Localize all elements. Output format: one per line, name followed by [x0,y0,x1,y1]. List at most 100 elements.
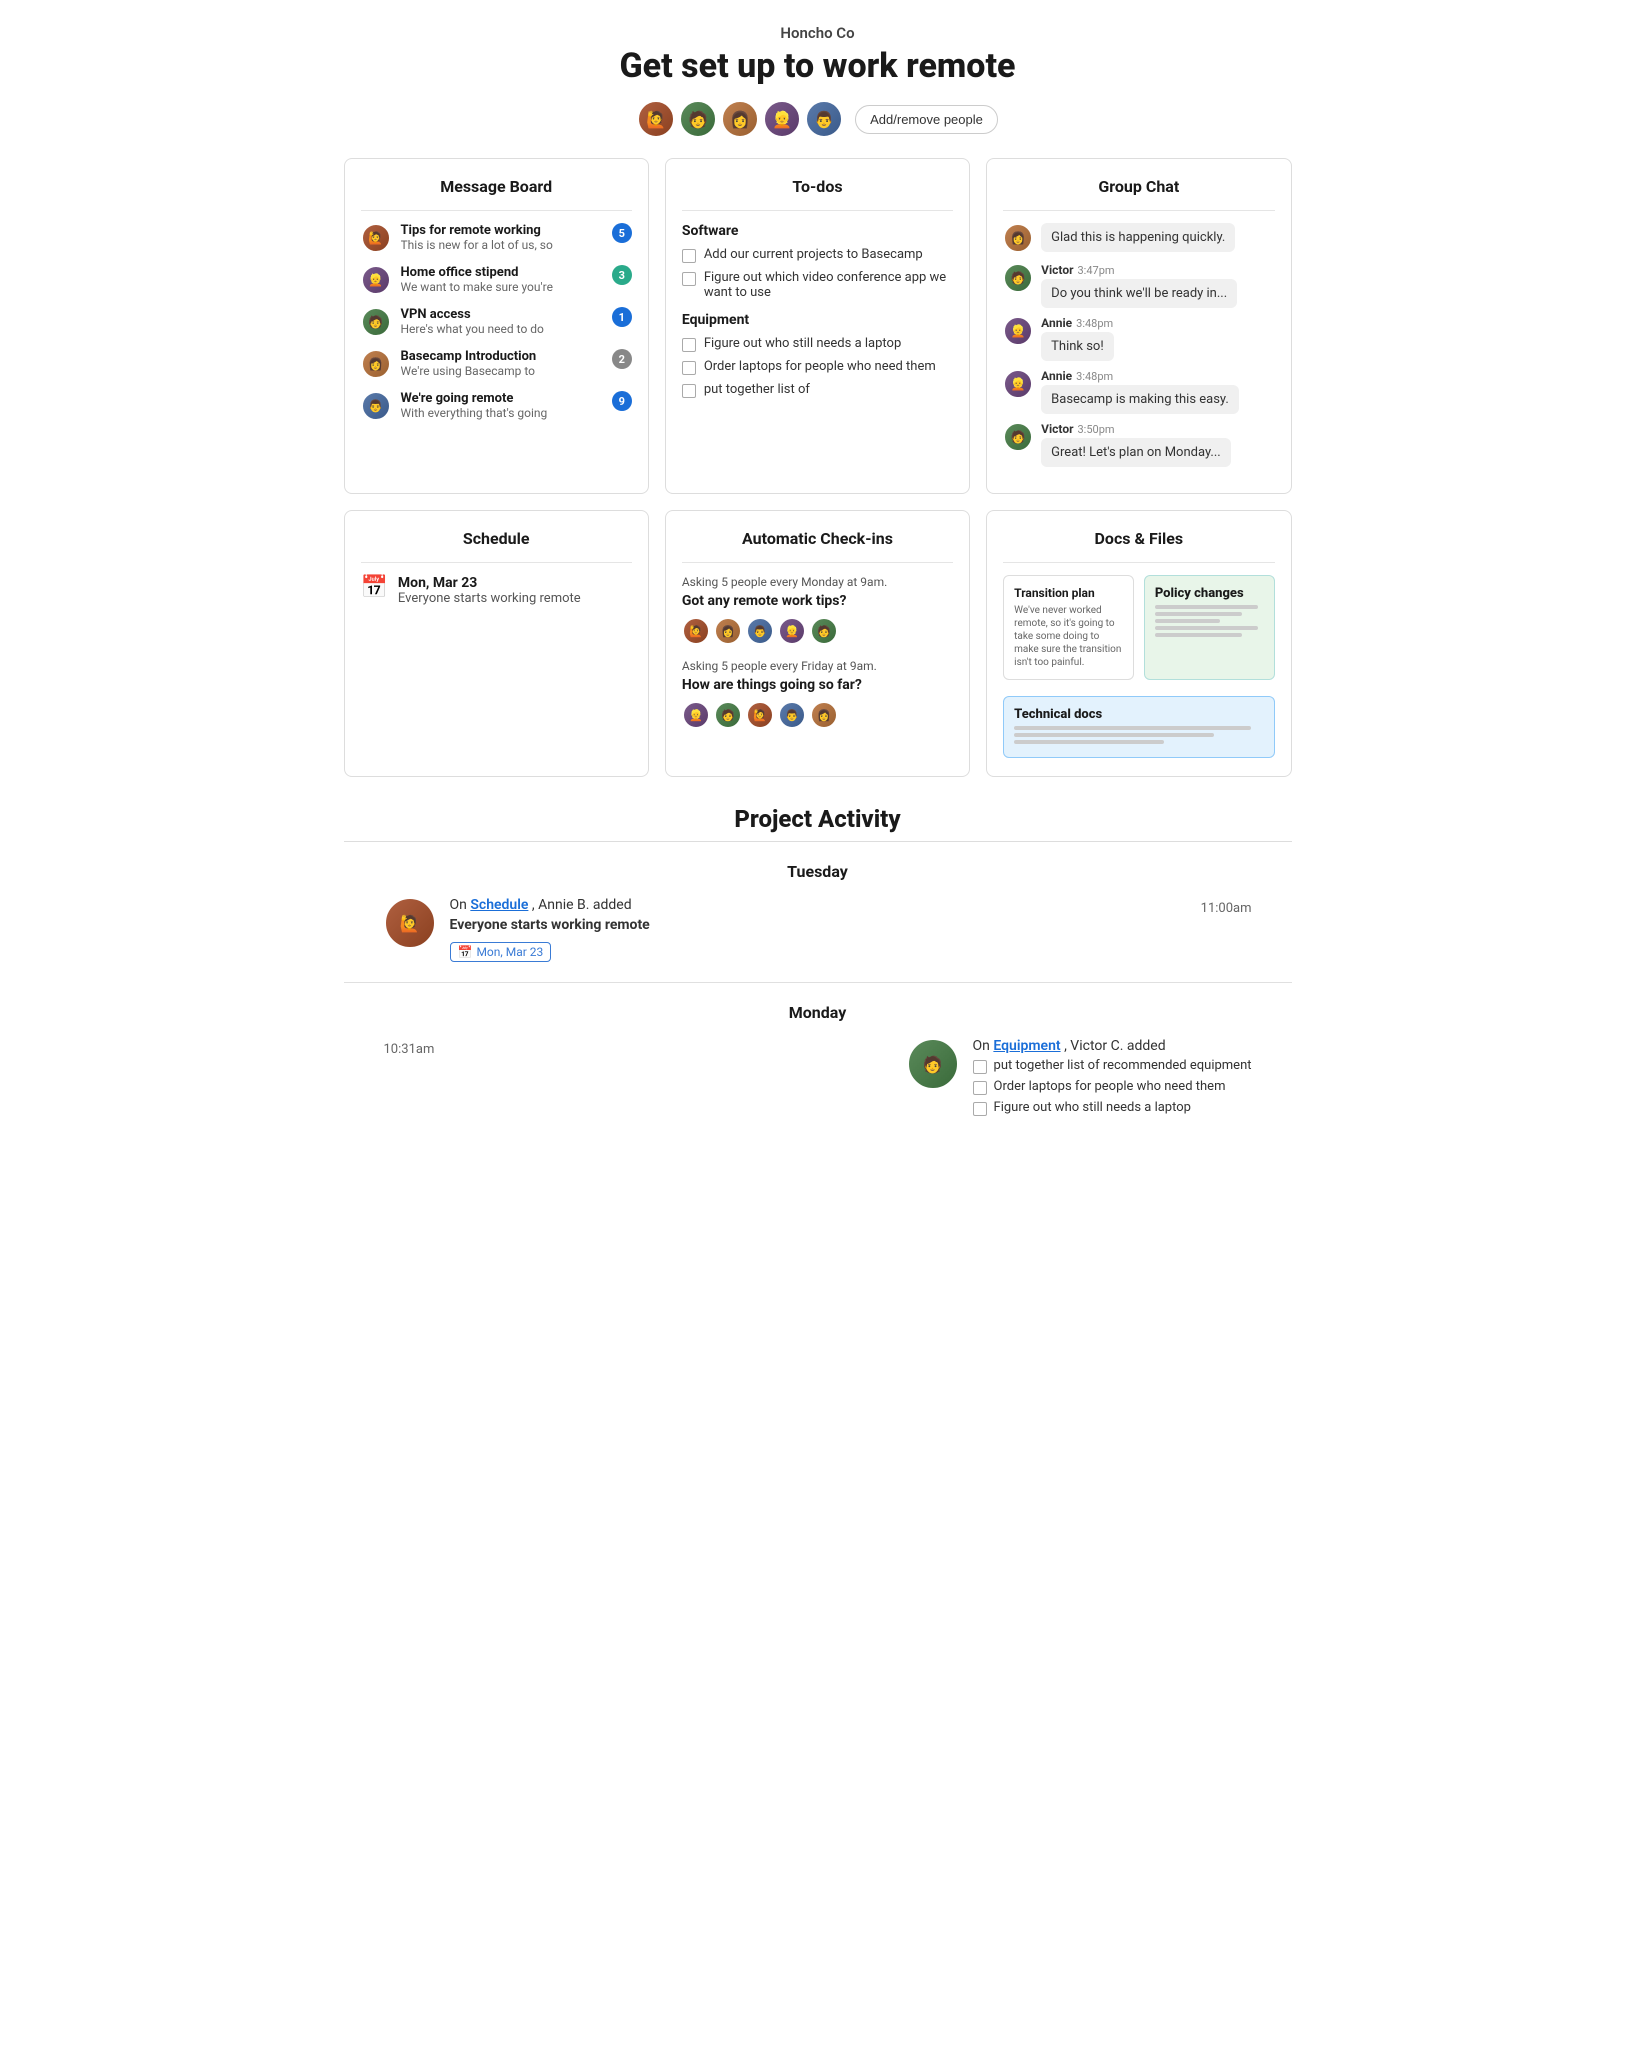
monday-checkbox-1[interactable] [973,1081,987,1095]
doc-line-4 [1155,626,1258,630]
top-grid: Message Board 🙋 Tips for remote working … [344,158,1292,494]
chat-avatar-0: 👩 [1003,223,1033,253]
chat-avatar-4: 🧑 [1003,422,1033,452]
checkin-freq-1: Asking 5 people every Friday at 9am. [682,659,953,673]
checkin-question-0: Got any remote work tips? [682,593,953,609]
todo-item-4[interactable]: Order laptops for people who need them [682,359,953,375]
activity-header-tuesday: On Schedule , Annie B. added [450,897,650,913]
team-avatars: 🙋 🧑 👩 👱 👨 Add/remove people [344,100,1292,138]
activity-header-monday: On Equipment , Victor C. added [973,1038,1252,1054]
chat-text-2: Think so! [1041,332,1114,361]
calendar-small-icon: 📅 [458,945,473,959]
tech-line-1 [1014,726,1251,730]
day-monday: Monday [344,1003,1292,1022]
monday-todo-label-2: Figure out who still needs a laptop [994,1100,1191,1115]
todo-checkbox-4[interactable] [682,361,696,375]
msg-item-4[interactable]: 👩 Basecamp Introduction We're using Base… [361,349,632,379]
checkin-avatars-0: 🙋 👩 👨 👱 🧑 [682,617,953,645]
docs-grid: Transition plan We've never worked remot… [1003,575,1274,758]
doc-transition-content: We've never worked remote, so it's going… [1014,604,1123,669]
docs-card: Docs & Files Transition plan We've never… [986,510,1291,777]
avatar-1[interactable]: 🙋 [637,100,675,138]
doc-transition-plan[interactable]: Transition plan We've never worked remot… [1003,575,1134,680]
checkin-av-0-3: 👨 [746,617,774,645]
chat-avatar-2: 👱 [1003,316,1033,346]
todo-checkbox-5[interactable] [682,384,696,398]
chat-msg-0: 👩 Glad this is happening quickly. [1003,223,1274,253]
chat-time-3: 3:48pm [1076,370,1113,383]
monday-todo-1: Order laptops for people who need them [973,1079,1252,1095]
msg-item-2[interactable]: 👱 Home office stipend We want to make su… [361,265,632,295]
page-title: Get set up to work remote [344,46,1292,86]
schedule-date-0: Mon, Mar 23 [398,575,581,591]
msg-item-3[interactable]: 🧑 VPN access Here's what you need to do … [361,307,632,337]
todo-checkbox-3[interactable] [682,338,696,352]
checkin-question-1: How are things going so far? [682,677,953,693]
tech-line-2 [1014,733,1213,737]
add-remove-people-button[interactable]: Add/remove people [855,105,998,134]
checkin-av-0-5: 🧑 [810,617,838,645]
msg-avatar-1: 🙋 [361,223,391,253]
checkin-av-1-1: 👱 [682,701,710,729]
msg-preview-4: We're using Basecamp to [401,364,571,378]
chat-name-2: Annie [1041,316,1072,330]
activity-section: Project Activity Tuesday 🙋 On Schedule ,… [344,805,1292,1121]
checkin-av-1-4: 👨 [778,701,806,729]
chat-msg-2: 👱 Annie 3:48pm Think so! [1003,316,1274,361]
avatar-3[interactable]: 👩 [721,100,759,138]
todos-card: To-dos Software Add our current projects… [665,158,970,494]
todo-checkbox-2[interactable] [682,272,696,286]
checkin-av-1-3: 🙋 [746,701,774,729]
msg-avatar-4: 👩 [361,349,391,379]
doc-transition-title: Transition plan [1014,586,1123,600]
todo-item-1[interactable]: Add our current projects to Basecamp [682,247,953,263]
schedule-desc-0: Everyone starts working remote [398,591,581,606]
msg-item-1[interactable]: 🙋 Tips for remote working This is new fo… [361,223,632,253]
doc-technical[interactable]: Technical docs [1003,696,1274,758]
msg-title-2: Home office stipend [401,265,602,280]
group-chat-card: Group Chat 👩 Glad this is happening quic… [986,158,1291,494]
todo-item-2[interactable]: Figure out which video conference app we… [682,270,953,300]
todo-checkbox-1[interactable] [682,249,696,263]
activity-link-schedule[interactable]: Schedule [470,897,528,913]
doc-policy-changes[interactable]: Policy changes [1144,575,1275,680]
checkins-card: Automatic Check-ins Asking 5 people ever… [665,510,970,777]
monday-checkbox-0[interactable] [973,1060,987,1074]
todo-label-4: Order laptops for people who need them [704,359,936,374]
activity-link-equipment[interactable]: Equipment [993,1038,1060,1054]
activity-avatar-monday: 🧑 [907,1038,959,1090]
activity-on-label: On [450,897,471,913]
msg-title-4: Basecamp Introduction [401,349,602,364]
avatar-5[interactable]: 👨 [805,100,843,138]
calendar-icon: 📅 [361,575,388,600]
bottom-grid: Schedule 📅 Mon, Mar 23 Everyone starts w… [344,510,1292,777]
chat-time-1: 3:47pm [1078,264,1115,277]
doc-line-3 [1155,619,1220,623]
activity-actor-tuesday: , Annie B. added [532,897,632,913]
msg-badge-5: 9 [612,391,632,411]
checkin-av-0-1: 🙋 [682,617,710,645]
todo-label-3: Figure out who still needs a laptop [704,336,901,351]
group-chat-title: Group Chat [1003,177,1274,196]
activity-divider-1 [344,982,1292,983]
schedule-item-0: 📅 Mon, Mar 23 Everyone starts working re… [361,575,632,606]
avatar-2[interactable]: 🧑 [679,100,717,138]
checkin-freq-0: Asking 5 people every Monday at 9am. [682,575,953,589]
msg-badge-1: 5 [612,223,632,243]
msg-title-3: VPN access [401,307,602,322]
msg-preview-2: We want to make sure you're [401,280,571,294]
monday-checkbox-2[interactable] [973,1102,987,1116]
msg-badge-4: 2 [612,349,632,369]
msg-item-5[interactable]: 👨 We're going remote With everything tha… [361,391,632,421]
chat-name-4: Victor [1041,422,1073,436]
todo-label-5: put together list of [704,382,810,397]
docs-title: Docs & Files [1003,529,1274,548]
todo-item-3[interactable]: Figure out who still needs a laptop [682,336,953,352]
chat-text-1: Do you think we'll be ready in... [1041,279,1237,308]
todo-item-5[interactable]: put together list of [682,382,953,398]
tech-line-3 [1014,740,1164,744]
msg-preview-5: With everything that's going [401,406,571,420]
activity-schedule-date: Mon, Mar 23 [476,945,543,959]
avatar-4[interactable]: 👱 [763,100,801,138]
activity-avatar-tuesday: 🙋 [384,897,436,949]
